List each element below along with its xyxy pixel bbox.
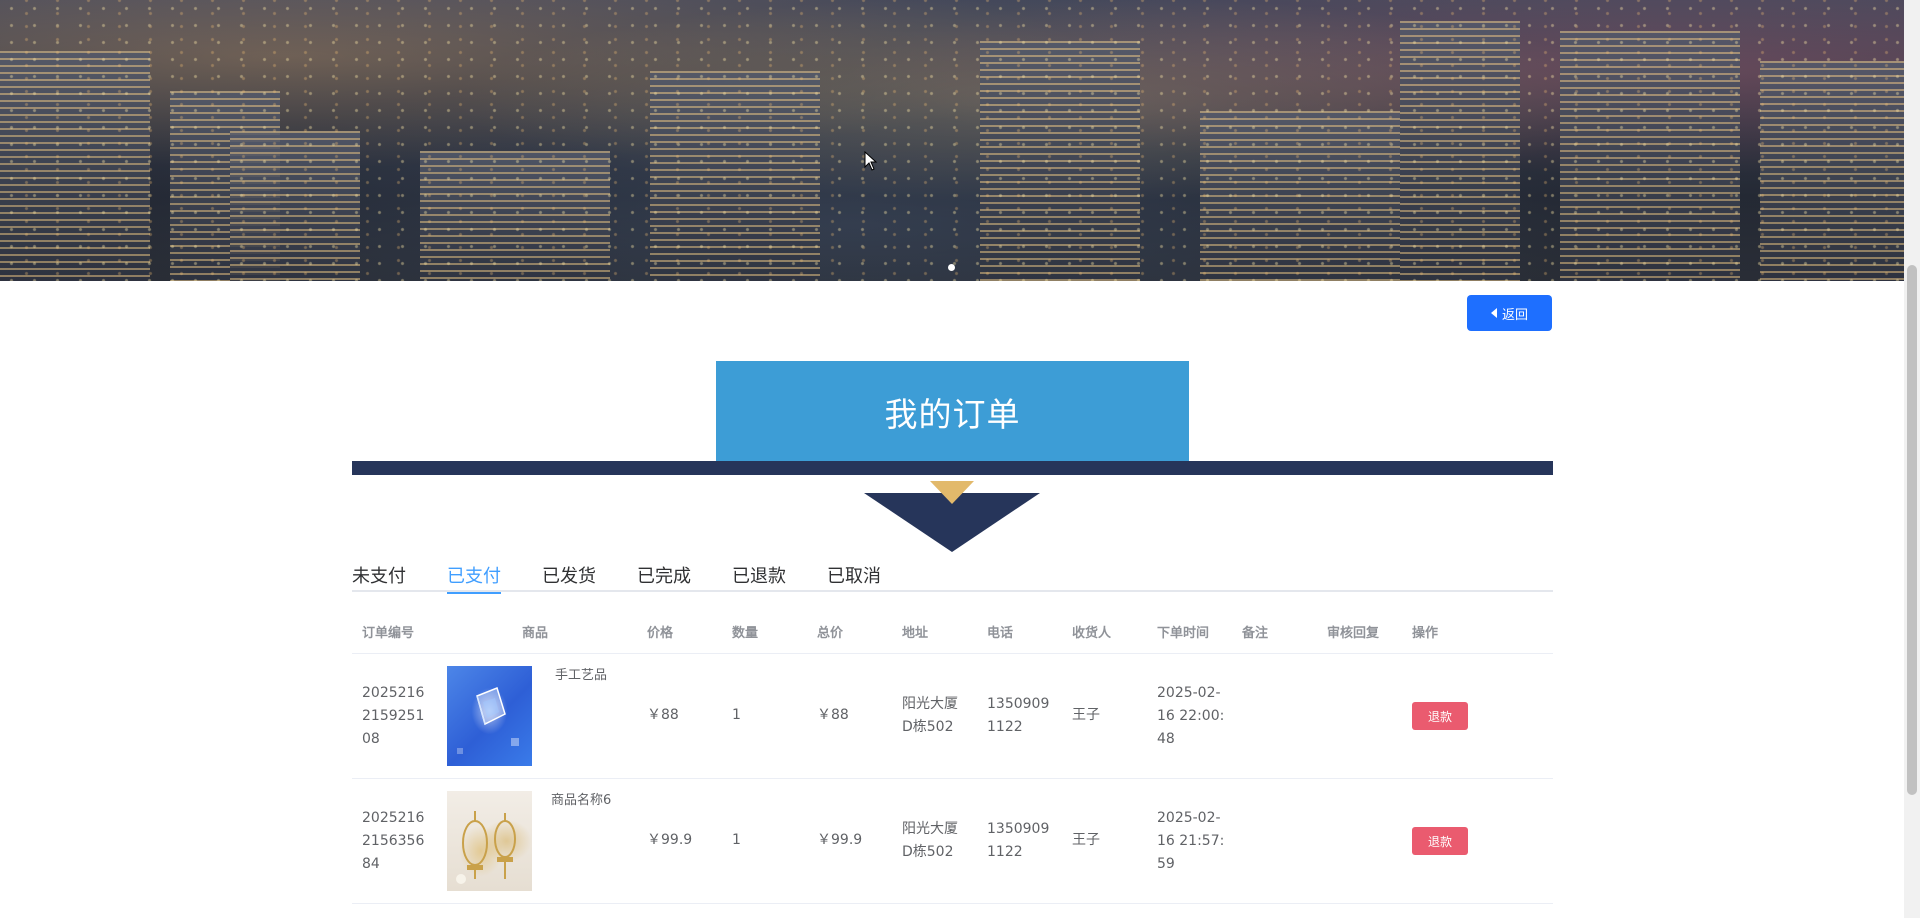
- product-name[interactable]: 手工艺品: [555, 664, 607, 687]
- column-header-price: 价格: [647, 626, 674, 641]
- tab-label: 已完成: [637, 566, 691, 587]
- order-no-line: 2025216: [362, 685, 425, 701]
- tab-paid[interactable]: 已支付: [447, 556, 501, 594]
- product-image[interactable]: [447, 791, 532, 891]
- phone-line: 1122: [987, 844, 1023, 860]
- tab-refunded[interactable]: 已退款: [732, 556, 786, 592]
- tab-cancelled[interactable]: 已取消: [827, 556, 881, 592]
- tab-label: 已支付: [447, 566, 501, 587]
- phone-line: 1122: [987, 719, 1023, 735]
- tab-label: 未支付: [352, 566, 406, 587]
- column-header-order-no: 订单编号: [362, 626, 415, 641]
- price-cell: ￥99.9: [647, 832, 693, 848]
- phone-line: 1350909: [987, 821, 1050, 837]
- order-time-line: 48: [1157, 731, 1175, 747]
- back-button-label: 返回: [1501, 307, 1528, 323]
- order-status-tabs: 未支付 已支付 已发货 已完成 已退款 已取消: [352, 556, 1553, 594]
- table-row: 2025216 2159251 08 手工艺品 ￥88 1 ￥88 阳光大厦 D…: [352, 654, 1553, 779]
- order-time-line: 16 21:57:: [1157, 833, 1225, 849]
- tab-completed[interactable]: 已完成: [637, 556, 691, 592]
- order-time-cell: 2025-02- 16 21:57: 59: [1157, 807, 1224, 876]
- banner-carousel: [0, 0, 1904, 281]
- receiver-cell: 王子: [1072, 707, 1100, 723]
- caret-left-icon: [1490, 308, 1497, 318]
- product-image-graphic: [457, 687, 519, 754]
- tab-label: 已取消: [827, 566, 881, 587]
- order-time-cell: 2025-02- 16 22:00: 48: [1157, 682, 1224, 751]
- product-name[interactable]: 商品名称6: [551, 789, 611, 812]
- column-header-total: 总价: [817, 626, 844, 641]
- tab-label: 已退款: [732, 566, 786, 587]
- receiver-cell: 王子: [1072, 832, 1100, 848]
- table-row: 2025216 2156356 84 商品名称6 ￥99.9 1 ￥99.9 阳…: [352, 779, 1553, 904]
- address-line: D栋502: [902, 719, 954, 735]
- quantity-cell: 1: [732, 707, 741, 723]
- column-header-product: 商品: [522, 626, 549, 641]
- order-time-line: 59: [1157, 856, 1175, 872]
- address-cell: 阳光大厦 D栋502: [902, 818, 958, 864]
- column-header-action: 操作: [1412, 626, 1439, 641]
- phone-line: 1350909: [987, 696, 1050, 712]
- tab-shipped[interactable]: 已发货: [542, 556, 596, 592]
- order-no-line: 2159251: [362, 708, 425, 724]
- product-image[interactable]: [447, 666, 532, 766]
- column-header-review-reply: 审核回复: [1327, 626, 1380, 641]
- banner-city-lights: [0, 0, 1904, 281]
- table-header: 订单编号 商品 价格 数量 总价 地址 电话 收货人 下单时间 备注 审核回复 …: [352, 608, 1553, 654]
- column-header-address: 地址: [902, 626, 929, 641]
- column-header-receiver: 收货人: [1072, 626, 1112, 641]
- quantity-cell: 1: [732, 832, 741, 848]
- product-image-graphic: [456, 811, 516, 884]
- order-no-line: 2156356: [362, 833, 425, 849]
- back-button[interactable]: 返回: [1467, 295, 1552, 331]
- title-divider-bar: [352, 461, 1553, 475]
- order-no-line: 84: [362, 856, 380, 872]
- refund-button-label: 退款: [1427, 709, 1452, 724]
- total-cell: ￥88: [817, 707, 849, 723]
- page-scrollbar[interactable]: [1904, 0, 1920, 918]
- order-time-line: 2025-02-: [1157, 810, 1221, 826]
- tab-label: 已发货: [542, 566, 596, 587]
- order-time-line: 16 22:00:: [1157, 708, 1225, 724]
- tab-unpaid[interactable]: 未支付: [352, 556, 406, 592]
- address-line: 阳光大厦: [902, 696, 958, 712]
- order-no-line: 08: [362, 731, 380, 747]
- phone-cell: 1350909 1122: [987, 693, 1049, 739]
- column-header-order-time: 下单时间: [1157, 626, 1210, 641]
- scrollbar-thumb[interactable]: [1907, 265, 1917, 795]
- total-cell: ￥99.9: [817, 832, 863, 848]
- refund-button[interactable]: 退款: [1412, 702, 1468, 730]
- order-no-cell: 2025216 2159251 08: [362, 682, 424, 751]
- order-no-line: 2025216: [362, 810, 425, 826]
- order-no-cell: 2025216 2156356 84: [362, 807, 424, 876]
- phone-cell: 1350909 1122: [987, 818, 1049, 864]
- orders-table: 订单编号 商品 价格 数量 总价 地址 电话 收货人 下单时间 备注 审核回复 …: [352, 608, 1553, 904]
- address-line: D栋502: [902, 844, 954, 860]
- column-header-remark: 备注: [1242, 626, 1269, 641]
- column-header-phone: 电话: [987, 626, 1014, 641]
- page-title: 我的订单: [716, 361, 1189, 462]
- column-header-quantity: 数量: [732, 626, 759, 641]
- refund-button[interactable]: 退款: [1412, 827, 1468, 855]
- title-decoration-gold-triangle: [930, 481, 974, 504]
- mouse-pointer-icon: [864, 150, 878, 171]
- address-cell: 阳光大厦 D栋502: [902, 693, 958, 739]
- refund-button-label: 退款: [1427, 834, 1452, 849]
- price-cell: ￥88: [647, 707, 679, 723]
- address-line: 阳光大厦: [902, 821, 958, 837]
- page-title-text: 我的订单: [884, 394, 1021, 434]
- order-time-line: 2025-02-: [1157, 685, 1221, 701]
- carousel-indicator-dot[interactable]: [948, 264, 955, 271]
